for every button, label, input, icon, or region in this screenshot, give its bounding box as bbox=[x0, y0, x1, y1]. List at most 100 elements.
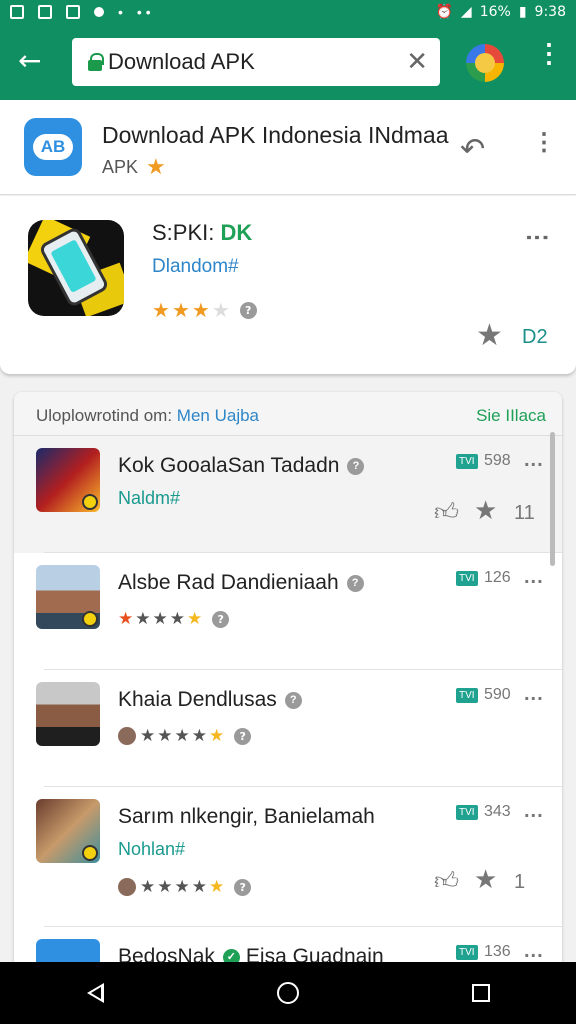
item-more-icon[interactable]: ... bbox=[524, 941, 544, 961]
app-subtitle: APK bbox=[102, 156, 139, 177]
featured-title-prefix: S:PKI: bbox=[152, 220, 215, 245]
info-badge: ? bbox=[239, 301, 257, 319]
bookmark-notification-icon bbox=[66, 5, 80, 19]
badge-icon bbox=[82, 845, 98, 861]
star-half-icon: ★ bbox=[209, 877, 225, 897]
edit-notification-icon bbox=[38, 5, 52, 19]
clear-icon[interactable]: ✕ bbox=[406, 47, 428, 77]
battery-percent: 16% bbox=[479, 4, 511, 20]
thumbs-up-icon[interactable]: 👍︎ bbox=[434, 498, 459, 527]
tv-badge: TVI bbox=[456, 454, 478, 469]
tv-badge: TVI bbox=[456, 945, 478, 960]
tv-badge: TVI bbox=[456, 688, 478, 703]
star-filled-icon: ★ bbox=[140, 726, 156, 746]
item-more-icon[interactable]: ... bbox=[524, 684, 544, 704]
nav-recents-icon[interactable] bbox=[471, 984, 490, 1002]
item-subtitle[interactable]: Naldm# bbox=[118, 488, 180, 509]
star-filled-icon: ★ bbox=[135, 609, 151, 629]
more-notifications-icon: • bbox=[118, 4, 123, 20]
status-bar: • • • ⏰ ◢ 16% ▮ 9:38 bbox=[0, 0, 576, 24]
list-item[interactable]: Alsbe Rad Dandieniaah ? ★ ★ ★ ★ ★ ? TVI … bbox=[14, 553, 562, 670]
url-text[interactable]: Download APK bbox=[108, 49, 406, 75]
thumbs-up-icon[interactable]: 👍︎ bbox=[434, 867, 459, 896]
mini-avatar bbox=[118, 878, 136, 896]
action-count: 1 bbox=[514, 871, 526, 893]
item-more-icon[interactable]: ... bbox=[524, 567, 544, 587]
list-header-label: Uloplowrotind om: Men Uajba bbox=[36, 406, 259, 426]
star-empty-icon: ★ bbox=[211, 298, 230, 322]
user-avatar bbox=[36, 565, 100, 629]
list-header-text: Uloplowrotind om: bbox=[36, 406, 173, 425]
item-count: 136 bbox=[484, 943, 511, 960]
star-icon[interactable]: ★ bbox=[474, 865, 497, 895]
star-filled-icon: ★ bbox=[152, 609, 168, 629]
star-icon[interactable]: ★ bbox=[474, 496, 497, 526]
list-header: Uloplowrotind om: Men Uajba Sie IIlaca bbox=[14, 392, 562, 436]
item-more-icon[interactable]: ... bbox=[524, 450, 544, 470]
lock-icon bbox=[88, 53, 104, 71]
item-count: 126 bbox=[484, 569, 511, 586]
list-item[interactable]: Khaia Dendlusas ? ★ ★ ★ ★ ★ ? TVI 590 ..… bbox=[14, 670, 562, 787]
item-count: 598 bbox=[484, 452, 511, 469]
app-header: AB Download APK Indonesia INdmaa APK ★ ↶… bbox=[0, 100, 576, 195]
featured-rating: ★ ★ ★ ★ ? bbox=[152, 298, 257, 322]
star-filled-icon: ★ bbox=[191, 726, 207, 746]
mini-avatar bbox=[118, 727, 136, 745]
star-badge-icon: ★ bbox=[146, 154, 166, 179]
search-icon[interactable] bbox=[466, 44, 504, 82]
info-icon: ? bbox=[347, 457, 365, 475]
star-filled-icon: ★ bbox=[171, 298, 190, 322]
overflow-menu-icon[interactable]: ⋮ bbox=[536, 40, 562, 66]
signal-icon: ◢ bbox=[460, 4, 472, 20]
item-title: Khaia Dendlusas ? bbox=[118, 688, 302, 712]
featured-more-icon[interactable]: ⋮ bbox=[524, 226, 551, 250]
item-count: 590 bbox=[484, 686, 511, 703]
nav-home-icon[interactable] bbox=[276, 982, 299, 1004]
star-half-icon: ★ bbox=[187, 609, 203, 629]
user-avatar bbox=[36, 682, 100, 746]
back-arrow-icon[interactable]: ← bbox=[18, 46, 48, 76]
item-title: Sarım nlkengir, Banielamah bbox=[118, 805, 375, 829]
more-notifications-icon: • • bbox=[136, 4, 151, 20]
info-icon: ? bbox=[346, 574, 364, 592]
featured-app-icon bbox=[28, 220, 124, 316]
download-list: Uloplowrotind om: Men Uajba Sie IIlaca K… bbox=[14, 392, 562, 1024]
item-subtitle[interactable]: Nohlan# bbox=[118, 839, 185, 860]
star-filled-icon: ★ bbox=[169, 609, 185, 629]
star-filled-icon: ★ bbox=[191, 877, 207, 897]
app-overflow-icon[interactable]: ⋮ bbox=[532, 131, 556, 155]
action-count: 11 bbox=[514, 502, 535, 524]
list-item[interactable]: Sarım nlkengir, Banielamah Nohlan# ★ ★ ★… bbox=[14, 787, 562, 927]
nav-back-icon[interactable] bbox=[86, 983, 104, 1003]
star-filled-icon: ★ bbox=[152, 298, 170, 322]
battery-icon: ▮ bbox=[518, 4, 527, 20]
app-logo: AB bbox=[24, 118, 82, 176]
item-title: Alsbe Rad Dandieniaah ? bbox=[118, 571, 364, 595]
item-rating: ★ ★ ★ ★ ★ ? bbox=[118, 609, 230, 629]
favorite-star-icon[interactable]: ★ bbox=[476, 318, 503, 353]
info-icon: ? bbox=[234, 878, 252, 896]
tv-badge: TVI bbox=[456, 805, 478, 820]
clock: 9:38 bbox=[534, 4, 566, 20]
app-logo-mark: AB bbox=[33, 134, 73, 160]
reply-icon[interactable]: ↶ bbox=[460, 132, 485, 167]
url-bar[interactable]: Download APK ✕ bbox=[72, 38, 440, 86]
app-title: Download APK Indonesia INdmaa bbox=[102, 122, 449, 148]
see-all-link[interactable]: Sie IIlaca bbox=[476, 406, 546, 426]
item-more-icon[interactable]: ... bbox=[524, 801, 544, 821]
info-icon: ? bbox=[212, 610, 230, 628]
scrollbar[interactable] bbox=[550, 432, 555, 566]
game-thumbnail bbox=[36, 448, 100, 512]
list-item[interactable]: Kok GooalaSan Tadadn ? Naldm# TVI 598 ..… bbox=[14, 436, 562, 553]
image-notification-icon bbox=[10, 5, 24, 19]
item-title-text: Alsbe Rad Dandieniaah bbox=[118, 571, 339, 594]
list-header-accent[interactable]: Men Uajba bbox=[177, 406, 259, 425]
info-icon: ? bbox=[284, 691, 302, 709]
featured-star-count: D2 bbox=[522, 326, 548, 348]
featured-app-card[interactable]: S:PKI: DK Dlandom# ★ ★ ★ ★ ? ⋮ ★ D2 bbox=[0, 196, 576, 374]
featured-subtitle[interactable]: Dlandom# bbox=[152, 256, 239, 278]
item-rating: ★ ★ ★ ★ ★ ? bbox=[118, 726, 252, 746]
app-subtitle-row: APK ★ bbox=[102, 154, 166, 180]
featured-title-accent: DK bbox=[220, 220, 253, 245]
alarm-icon: ⏰ bbox=[435, 4, 453, 20]
